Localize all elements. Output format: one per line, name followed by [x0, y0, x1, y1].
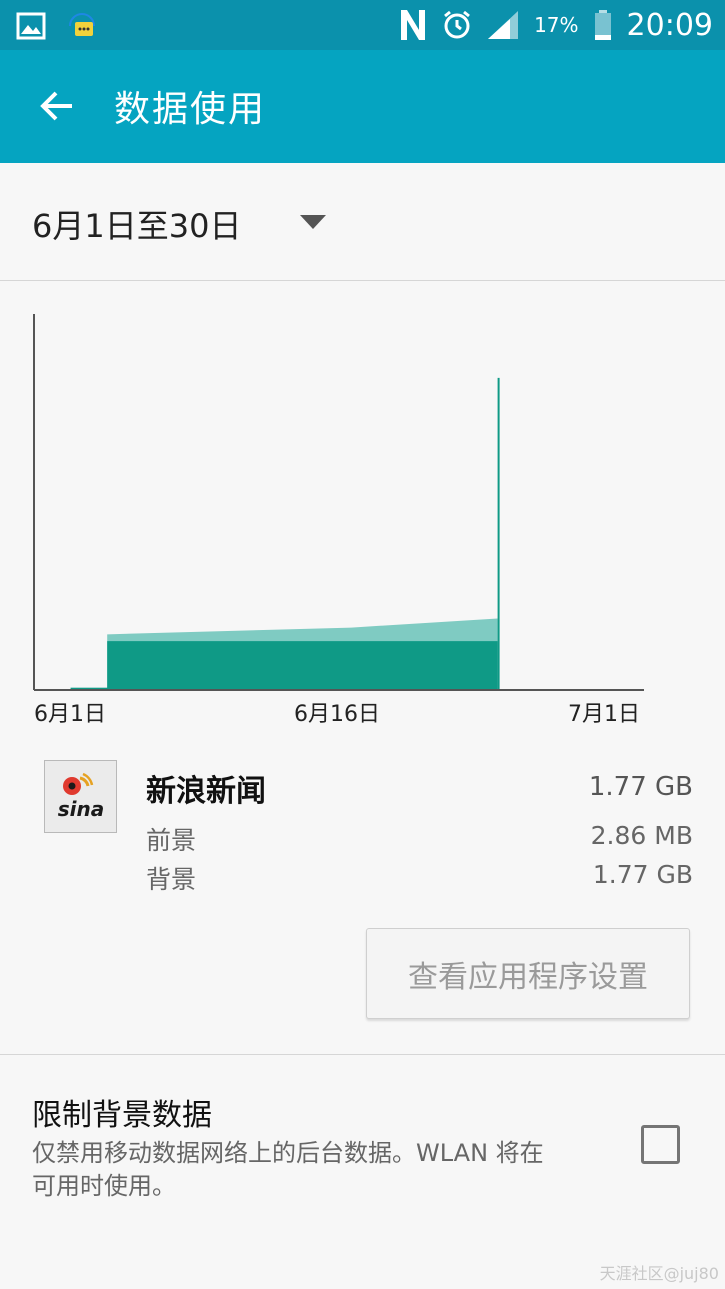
message-icon — [69, 13, 95, 36]
app-total-usage: 1.77 GB — [588, 772, 693, 802]
sina-logo-text: sina — [57, 797, 104, 821]
restrict-background-description: 仅禁用移动数据网络上的后台数据。WLAN 将在可用时使用。 — [32, 1139, 544, 1200]
period-selector[interactable]: 6月1日至30日 — [0, 163, 725, 281]
nfc-icon — [401, 10, 426, 40]
divider — [0, 1054, 725, 1055]
restrict-background-title: 限制背景数据 — [32, 1098, 212, 1133]
x-tick-label: 7月1日 — [568, 702, 640, 727]
data-usage-chart: 6月1日 6月16日 7月1日 — [0, 300, 725, 740]
usage-chart-svg: 6月1日 6月16日 7月1日 — [33, 314, 644, 727]
alarm-icon — [444, 10, 471, 39]
caret-down-icon — [300, 215, 326, 229]
period-label: 6月1日至30日 — [32, 207, 242, 245]
foreground-label: 前景 — [146, 826, 197, 855]
signal-icon — [488, 11, 519, 39]
page-title: 数据使用 — [114, 89, 267, 130]
restrict-background-checkbox[interactable] — [641, 1125, 680, 1164]
battery-percent: 17% — [534, 13, 579, 37]
background-label: 背景 — [146, 865, 197, 894]
sina-logo-icon: sina — [57, 772, 104, 821]
view-app-settings-button[interactable]: 查看应用程序设置 — [366, 928, 690, 1019]
app-bar: 数据使用 — [0, 50, 725, 163]
arrow-left-icon — [40, 91, 72, 121]
battery-icon — [594, 10, 611, 40]
clock: 20:09 — [626, 7, 713, 43]
background-usage-area — [70, 641, 498, 690]
status-bar: 17% 20:09 — [0, 0, 725, 50]
gallery-icon — [16, 12, 46, 40]
x-tick-label: 6月16日 — [294, 702, 380, 727]
foreground-value: 2.86 MB — [590, 821, 693, 850]
background-value: 1.77 GB — [592, 860, 693, 889]
app-icon[interactable]: sina — [44, 760, 117, 833]
app-name: 新浪新闻 — [146, 774, 266, 809]
watermark: 天涯社区@juj80 — [599, 1264, 719, 1283]
back-button[interactable] — [24, 74, 88, 138]
x-tick-label: 6月1日 — [34, 702, 106, 727]
